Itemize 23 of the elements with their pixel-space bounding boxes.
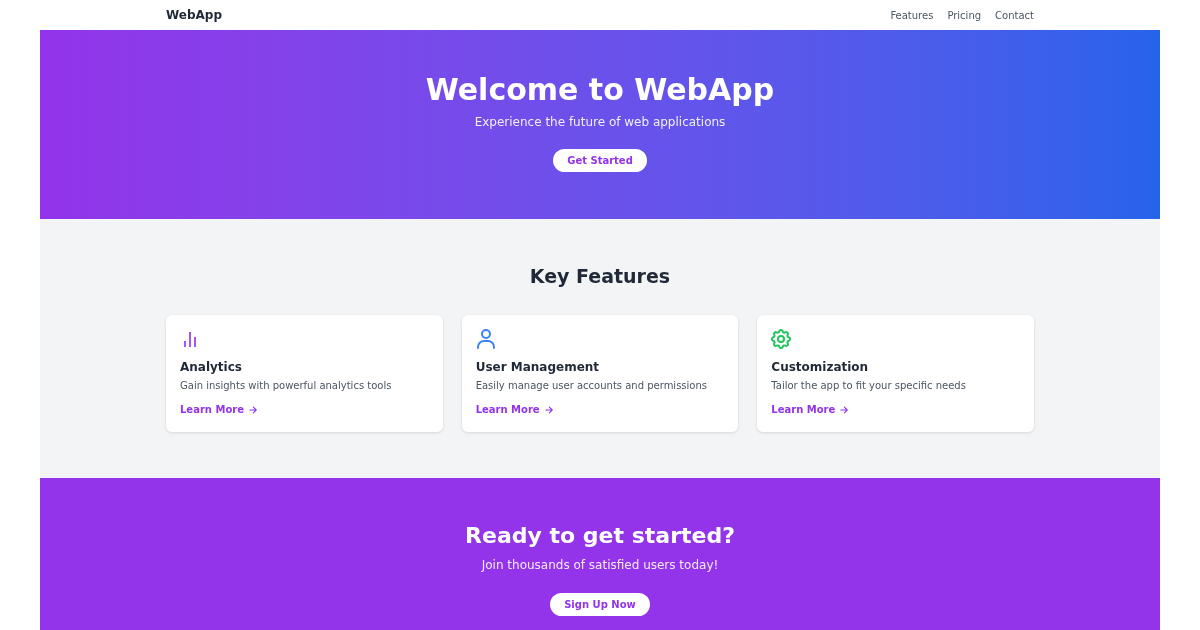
nav-link[interactable]: Contact <box>995 7 1034 23</box>
card-description: Tailor the app to fit your specific needs <box>771 379 966 393</box>
brand-logo-text[interactable]: WebApp <box>166 6 222 24</box>
hero-subtitle: Experience the future of web applications <box>474 114 726 130</box>
card-title: Analytics <box>180 359 242 375</box>
learn-more-link[interactable]: Learn More <box>180 403 257 417</box>
learn-more-link[interactable]: Learn More <box>771 403 849 417</box>
cta-subtitle: Join thousands of satisfied users today! <box>481 557 719 573</box>
arrow-right-icon <box>249 406 257 414</box>
get-started-button[interactable]: Get Started <box>553 149 647 172</box>
nav-link[interactable]: Features <box>890 7 934 23</box>
card-title: User Management <box>475 359 600 375</box>
card-description: Gain insights with powerful analytics tools <box>180 379 392 393</box>
learn-more-link[interactable]: Learn More <box>475 403 553 417</box>
arrow-right-icon <box>840 406 849 414</box>
nav-link[interactable]: Pricing <box>947 7 982 23</box>
cta-title: Ready to get started? <box>465 522 735 550</box>
card-description: Easily manage user accounts and permissions <box>475 379 707 393</box>
card-title: Customization <box>771 359 869 375</box>
sign-up-button[interactable]: Sign Up Now <box>550 593 650 616</box>
section-heading: Key Features <box>528 264 672 289</box>
hero-title: Welcome to WebApp <box>425 72 775 108</box>
arrow-right-icon <box>544 406 553 414</box>
